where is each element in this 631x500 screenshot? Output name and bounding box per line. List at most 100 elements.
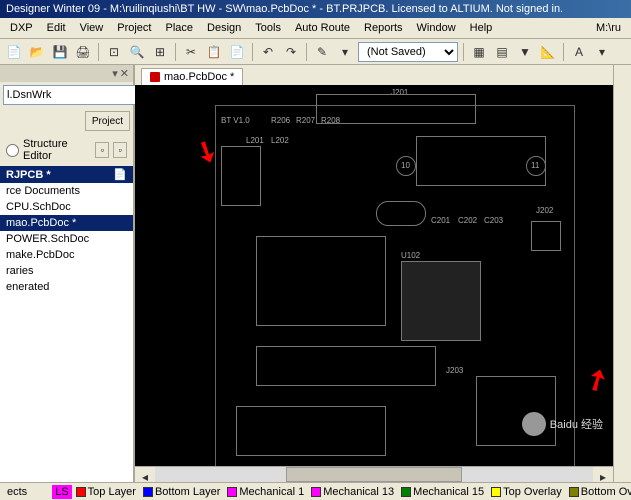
- ls-tag[interactable]: LS: [52, 485, 71, 499]
- menu-edit[interactable]: Edit: [41, 20, 72, 36]
- text-icon[interactable]: A: [569, 42, 589, 62]
- doc-tab-label: mao.PcbDoc *: [164, 71, 234, 83]
- comp-j202: [531, 221, 561, 251]
- undo-icon[interactable]: ↶: [258, 42, 278, 62]
- more-icon[interactable]: ▾: [592, 42, 612, 62]
- menu-view[interactable]: View: [74, 20, 110, 36]
- layer-bottomoverlay[interactable]: Bottom Overlay: [566, 485, 631, 499]
- layer-mech13-label: Mechanical 13: [323, 486, 394, 498]
- des-u102: U102: [401, 251, 420, 260]
- scroll-right-icon[interactable]: ▸: [593, 467, 613, 482]
- menu-bar: DXP Edit View Project Place Design Tools…: [0, 18, 631, 39]
- tree-libraries[interactable]: raries: [0, 263, 133, 279]
- layer-mech1[interactable]: Mechanical 1: [224, 485, 307, 499]
- layer-top[interactable]: Top Layer: [73, 485, 139, 499]
- layer-sw-mech15: [401, 487, 411, 497]
- zoom-fit-icon[interactable]: ⊡: [104, 42, 124, 62]
- layer-bottom[interactable]: Bottom Layer: [140, 485, 223, 499]
- des-c201: C201: [431, 216, 450, 225]
- pin-icon[interactable]: ▾: [112, 67, 118, 80]
- new-icon[interactable]: 📄: [4, 42, 24, 62]
- menu-window[interactable]: Window: [411, 20, 462, 36]
- tree-source-docs[interactable]: rce Documents: [0, 183, 133, 199]
- grid-icon[interactable]: ▦: [469, 42, 489, 62]
- horizontal-scrollbar[interactable]: ◂ ▸: [135, 466, 613, 482]
- des-r206: R206: [271, 116, 290, 125]
- document-tabs: mao.PcbDoc *: [135, 65, 613, 85]
- content-area: mao.PcbDoc * ➘ ➚ BT V1.0 J201 10 11 R206…: [135, 65, 613, 482]
- tree-cpu-schdoc[interactable]: CPU.SchDoc: [0, 199, 133, 215]
- layer-sw-mech13: [311, 487, 321, 497]
- main-area: ▾ ✕ Workspace Project Structure Editor ▫…: [0, 65, 631, 482]
- pencil-icon[interactable]: ✎: [312, 42, 332, 62]
- menu-reports[interactable]: Reports: [358, 20, 409, 36]
- zoom-select-icon[interactable]: ⊞: [150, 42, 170, 62]
- tree-opt2-icon[interactable]: ▫: [113, 142, 127, 158]
- menu-autoroute[interactable]: Auto Route: [289, 20, 356, 36]
- layer-mech13[interactable]: Mechanical 13: [308, 485, 397, 499]
- scroll-thumb[interactable]: [286, 467, 461, 482]
- save-icon[interactable]: 💾: [50, 42, 70, 62]
- menu-dxp[interactable]: DXP: [4, 20, 39, 36]
- copy-icon[interactable]: 📋: [204, 42, 224, 62]
- project-button[interactable]: Project: [85, 111, 130, 131]
- layer-sw-bottom: [143, 487, 153, 497]
- menu-place[interactable]: Place: [160, 20, 200, 36]
- comp-ic-left: [256, 236, 386, 326]
- layer-mech15-label: Mechanical 15: [413, 486, 484, 498]
- menu-project[interactable]: Project: [111, 20, 157, 36]
- filter-icon[interactable]: ▼: [515, 42, 535, 62]
- layer-topoverlay-label: Top Overlay: [503, 486, 562, 498]
- comp-left-block: [221, 146, 261, 206]
- saved-select[interactable]: (Not Saved): [358, 42, 458, 62]
- menu-help[interactable]: Help: [464, 20, 499, 36]
- cut-icon[interactable]: ✂: [181, 42, 201, 62]
- zoom-area-icon[interactable]: 🔍: [127, 42, 147, 62]
- layer-sw-topoverlay: [491, 487, 501, 497]
- open-icon[interactable]: 📂: [27, 42, 47, 62]
- layer-topoverlay[interactable]: Top Overlay: [488, 485, 565, 499]
- measure-icon[interactable]: 📐: [538, 42, 558, 62]
- tree-opt1-icon[interactable]: ▫: [95, 142, 109, 158]
- projects-panel: ▾ ✕ Workspace Project Structure Editor ▫…: [0, 65, 135, 482]
- tree-generated[interactable]: enerated: [0, 279, 133, 295]
- redo-icon[interactable]: ↷: [281, 42, 301, 62]
- project-tree[interactable]: rce Documents CPU.SchDoc mao.PcbDoc * PO…: [0, 183, 133, 482]
- tree-power-schdoc[interactable]: POWER.SchDoc: [0, 231, 133, 247]
- title-bar: Designer Winter 09 - M:\ruilinqiushi\BT …: [0, 0, 631, 18]
- layer-bottomoverlay-label: Bottom Overlay: [581, 486, 631, 498]
- print-icon[interactable]: 🖨: [73, 42, 93, 62]
- comp-bl-block: [236, 406, 386, 456]
- layer-bottom-label: Bottom Layer: [155, 486, 220, 498]
- menu-design[interactable]: Design: [201, 20, 247, 36]
- project-header-label: RJPCB *: [6, 169, 51, 181]
- watermark-text: Baidu 经验: [550, 416, 603, 432]
- paste-icon[interactable]: 📄: [227, 42, 247, 62]
- comp-cap-10: 10: [396, 156, 416, 176]
- des-j202: J202: [536, 206, 553, 215]
- menu-tools[interactable]: Tools: [249, 20, 287, 36]
- scroll-left-icon[interactable]: ◂: [135, 467, 155, 482]
- doc-icon: 📄: [113, 168, 127, 181]
- layer-top-label: Top Layer: [88, 486, 136, 498]
- pcb-canvas[interactable]: ➘ ➚ BT V1.0 J201 10 11 R206 R207 R208 L2…: [135, 85, 613, 466]
- annotation-arrow-2: ➚: [578, 359, 613, 399]
- des-11: 11: [531, 161, 539, 170]
- workspace-input[interactable]: [3, 85, 153, 105]
- layer-sw-mech1: [227, 487, 237, 497]
- tree-mao-pcbdoc[interactable]: mao.PcbDoc *: [0, 215, 133, 231]
- structure-editor-radio[interactable]: [6, 144, 19, 157]
- project-header[interactable]: RJPCB * 📄: [0, 166, 133, 183]
- paw-icon: [522, 412, 546, 436]
- projects-tab-bottom[interactable]: ects: [4, 485, 30, 499]
- layer-icon[interactable]: ▤: [492, 42, 512, 62]
- dropdown-icon[interactable]: ▾: [335, 42, 355, 62]
- pcb-file-icon: [150, 72, 160, 82]
- close-panel-icon[interactable]: ✕: [120, 67, 129, 80]
- doc-tab-mao[interactable]: mao.PcbDoc *: [141, 68, 243, 85]
- layer-mech15[interactable]: Mechanical 15: [398, 485, 487, 499]
- tree-make-pcbdoc[interactable]: make.PcbDoc: [0, 247, 133, 263]
- des-c203: C203: [484, 216, 503, 225]
- des-r207: R207: [296, 116, 315, 125]
- right-toolstrip[interactable]: [613, 65, 631, 482]
